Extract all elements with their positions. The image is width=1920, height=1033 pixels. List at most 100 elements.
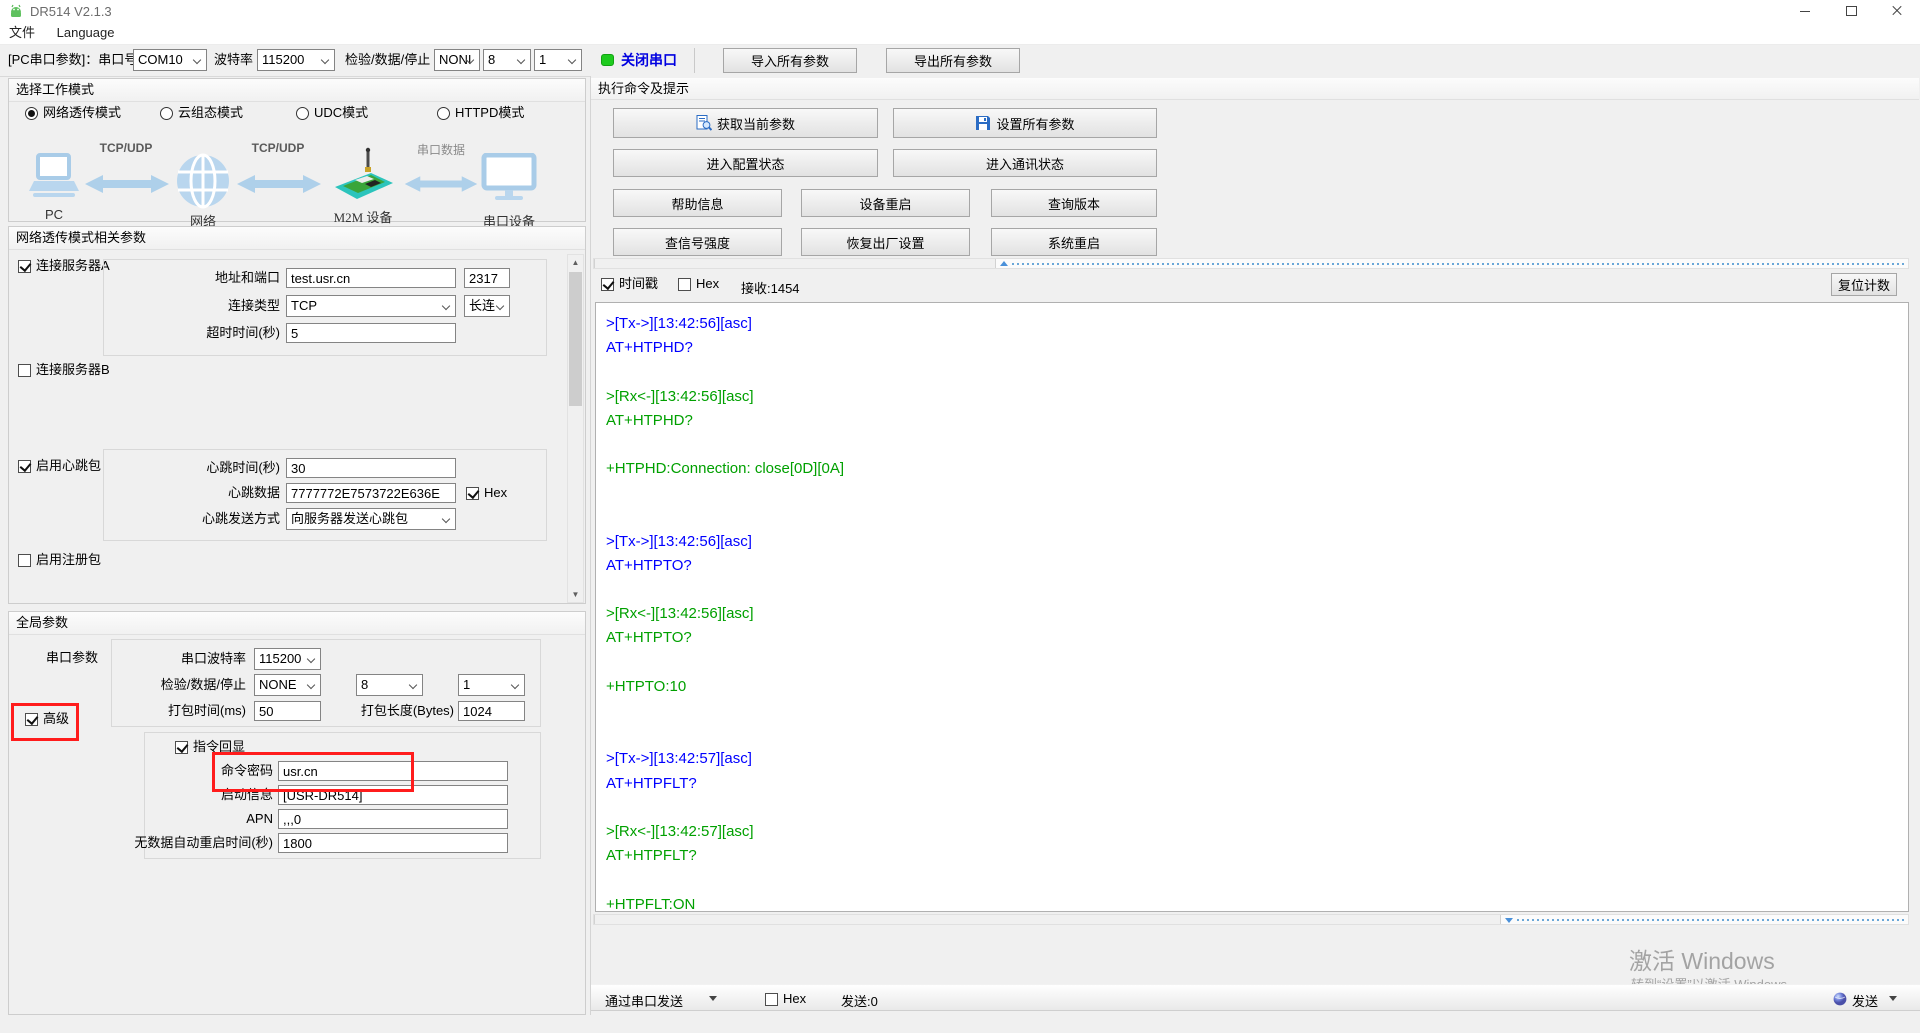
radio-net-transparent-mode[interactable]: 网络透传模式 bbox=[25, 106, 121, 120]
register-packet-checkbox[interactable]: 启用注册包 bbox=[18, 553, 101, 567]
button-label: 进入通讯状态 bbox=[986, 154, 1064, 173]
keepalive-select[interactable]: 长连 bbox=[464, 295, 510, 317]
node-label-pc: PC bbox=[29, 207, 79, 222]
baud-select[interactable]: 115200 bbox=[257, 49, 335, 71]
advanced-checkbox[interactable]: 高级 bbox=[25, 712, 69, 726]
log-line bbox=[606, 506, 1908, 530]
system-reboot-button[interactable]: 系统重启 bbox=[991, 228, 1157, 256]
get-current-params-button[interactable]: 获取当前参数 bbox=[613, 108, 878, 138]
recv-hex-checkbox[interactable]: Hex bbox=[678, 277, 719, 291]
help-info-button[interactable]: 帮助信息 bbox=[613, 189, 782, 217]
server-address-input[interactable] bbox=[286, 268, 456, 288]
radio-udc-mode[interactable]: UDC模式 bbox=[296, 106, 368, 120]
checkbox-box bbox=[678, 278, 691, 291]
heartbeat-data-input[interactable] bbox=[286, 483, 456, 503]
button-label: 系统重启 bbox=[1048, 233, 1100, 252]
server-a-checkbox[interactable]: 连接服务器A bbox=[18, 259, 110, 273]
radio-cloud-mode[interactable]: 云组态模式 bbox=[160, 106, 243, 120]
databits-select[interactable]: 8 bbox=[483, 49, 531, 71]
menu-language[interactable]: Language bbox=[48, 22, 124, 43]
checkbox-box bbox=[466, 487, 479, 500]
m2m-device-icon bbox=[327, 147, 399, 207]
params-vertical-scrollbar[interactable]: ▲ ▼ bbox=[567, 254, 584, 603]
reset-counter-button[interactable]: 复位计数 bbox=[1831, 273, 1897, 296]
minimize-icon bbox=[1800, 11, 1810, 12]
serial-databits-select[interactable]: 8 bbox=[356, 674, 423, 696]
apn-input[interactable] bbox=[278, 809, 508, 829]
checkbox-box bbox=[175, 741, 188, 754]
select-value: 1 bbox=[463, 677, 470, 692]
button-label: 复位计数 bbox=[1838, 275, 1890, 294]
scrollbar-thumb[interactable] bbox=[594, 915, 1501, 924]
scroll-down-icon[interactable]: ▼ bbox=[568, 587, 583, 602]
serial-stopbits-select[interactable]: 1 bbox=[458, 674, 525, 696]
select-value: 115200 bbox=[262, 52, 304, 67]
log-line bbox=[606, 723, 1908, 747]
heartbeat-time-input[interactable] bbox=[286, 458, 456, 478]
factory-reset-button[interactable]: 恢复出厂设置 bbox=[801, 228, 970, 256]
heartbeat-hex-checkbox[interactable]: Hex bbox=[466, 486, 507, 500]
command-echo-checkbox[interactable]: 指令回显 bbox=[175, 740, 245, 754]
button-label: 查询版本 bbox=[1048, 194, 1100, 213]
pack-length-input[interactable] bbox=[458, 701, 525, 721]
log-line: >[Tx->][13:42:56][asc] bbox=[606, 312, 1908, 336]
server-b-checkbox[interactable]: 连接服务器B bbox=[18, 363, 110, 377]
export-all-params-button[interactable]: 导出所有参数 bbox=[886, 48, 1020, 73]
command-pane: 执行命令及提示 获取当前参数 设置所有参数 进入配置状态 进入通讯状态 帮助信息… bbox=[590, 76, 1920, 1015]
panel-net-params: 网络透传模式相关参数 连接服务器A 地址和端口 连接类型 TCP 长连 超时时间… bbox=[8, 226, 586, 604]
log-output-area[interactable]: >[Tx->][13:42:56][asc] AT+HTPHD? >[Rx<-]… bbox=[595, 302, 1909, 912]
checkbox-label: 连接服务器A bbox=[36, 259, 110, 273]
checkbox-box bbox=[18, 460, 31, 473]
close-button[interactable] bbox=[1874, 0, 1920, 22]
pack-time-input[interactable] bbox=[254, 701, 321, 721]
connection-type-select[interactable]: TCP bbox=[286, 295, 456, 317]
log-line: AT+HTPFLT? bbox=[606, 844, 1908, 868]
import-all-params-button[interactable]: 导入所有参数 bbox=[723, 48, 857, 73]
checkbox-label: 连接服务器B bbox=[36, 363, 110, 377]
server-port-input[interactable] bbox=[464, 268, 510, 288]
parity-select[interactable]: NONI bbox=[434, 49, 480, 71]
enter-comm-state-button[interactable]: 进入通讯状态 bbox=[893, 149, 1157, 177]
receive-count: 接收:1454 bbox=[741, 278, 800, 297]
panel-global-params: 全局参数 串口参数 串口波特率 115200 检验/数据/停止 NONE 8 1… bbox=[8, 611, 586, 1015]
serial-baud-select[interactable]: 115200 bbox=[254, 648, 321, 670]
send-method-dropdown[interactable]: 通过串口发送 bbox=[605, 991, 683, 1010]
search-doc-icon bbox=[696, 115, 712, 131]
query-signal-button[interactable]: 查信号强度 bbox=[613, 228, 782, 256]
chevron-down-icon[interactable] bbox=[709, 996, 717, 1001]
radio-httpd-mode[interactable]: HTTPD模式 bbox=[437, 106, 524, 120]
radio-dot bbox=[296, 107, 309, 120]
send-button[interactable]: 发送 bbox=[1852, 991, 1878, 1010]
stopbits-select[interactable]: 1 bbox=[534, 49, 582, 71]
radio-dot bbox=[160, 107, 173, 120]
heartbeat-checkbox[interactable]: 启用心跳包 bbox=[18, 459, 101, 473]
scrollbar-thumb[interactable] bbox=[594, 259, 996, 268]
minimize-button[interactable] bbox=[1782, 0, 1828, 22]
button-label: 设备重启 bbox=[859, 194, 911, 213]
com-port-select[interactable]: COM10 bbox=[133, 49, 207, 71]
timestamp-checkbox[interactable]: 时间戳 bbox=[601, 277, 658, 291]
close-port-button[interactable]: 关闭串口 bbox=[621, 49, 677, 71]
query-version-button[interactable]: 查询版本 bbox=[991, 189, 1157, 217]
menu-file[interactable]: 文件 bbox=[0, 22, 44, 43]
log-horizontal-scrollbar-top[interactable] bbox=[593, 258, 1909, 269]
radio-dot bbox=[437, 107, 450, 120]
device-reboot-button[interactable]: 设备重启 bbox=[801, 189, 970, 217]
chevron-down-icon[interactable] bbox=[1889, 996, 1897, 1001]
enter-config-state-button[interactable]: 进入配置状态 bbox=[613, 149, 878, 177]
serial-parity-select[interactable]: NONE bbox=[254, 674, 321, 696]
heartbeat-mode-select[interactable]: 向服务器发送心跳包 bbox=[286, 508, 456, 530]
scroll-up-icon[interactable]: ▲ bbox=[568, 255, 583, 270]
log-horizontal-scrollbar-bottom[interactable] bbox=[593, 914, 1909, 925]
timeout-input[interactable] bbox=[286, 323, 456, 343]
scrollbar-thumb[interactable] bbox=[569, 272, 582, 406]
command-password-input[interactable] bbox=[278, 761, 508, 781]
button-label: 导入所有参数 bbox=[751, 51, 829, 70]
idle-restart-input[interactable] bbox=[278, 833, 508, 853]
set-all-params-button[interactable]: 设置所有参数 bbox=[893, 108, 1157, 138]
send-hex-checkbox[interactable]: Hex bbox=[765, 992, 806, 1006]
address-port-label: 地址和端口 bbox=[190, 268, 280, 288]
port-open-indicator bbox=[601, 54, 614, 66]
boot-message-input[interactable] bbox=[278, 785, 508, 805]
maximize-button[interactable] bbox=[1828, 0, 1874, 22]
